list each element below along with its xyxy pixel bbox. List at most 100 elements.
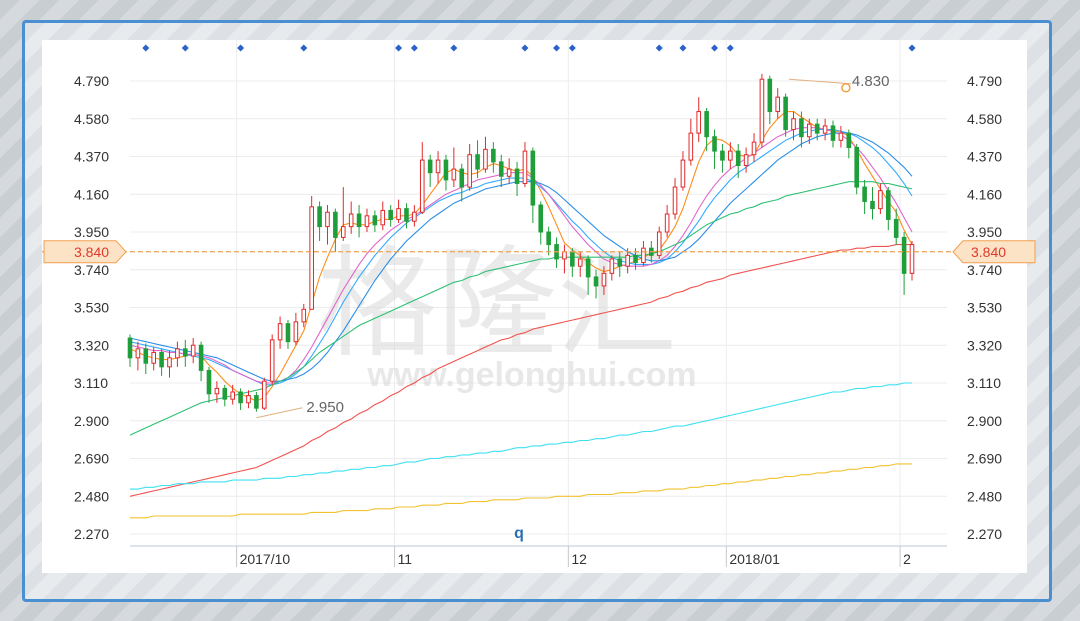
candle-body[interactable] bbox=[870, 200, 875, 210]
candle-body[interactable] bbox=[435, 159, 441, 174]
candle-body[interactable] bbox=[301, 308, 307, 323]
candle-body[interactable] bbox=[451, 168, 457, 181]
candle-body[interactable] bbox=[751, 141, 757, 156]
candle-body[interactable] bbox=[546, 231, 551, 246]
candle-body[interactable] bbox=[577, 258, 583, 267]
event-marker-diamond[interactable] bbox=[908, 44, 916, 52]
candle-body[interactable] bbox=[230, 391, 235, 400]
candle-body[interactable] bbox=[127, 337, 133, 359]
candle-body[interactable] bbox=[522, 150, 528, 184]
candle-body[interactable] bbox=[909, 244, 915, 274]
candle-body[interactable] bbox=[720, 150, 725, 161]
candle-body[interactable] bbox=[198, 344, 204, 371]
candle-body[interactable] bbox=[530, 150, 536, 206]
event-marker-diamond[interactable] bbox=[395, 44, 403, 52]
candle-body[interactable] bbox=[814, 123, 820, 134]
candle-body[interactable] bbox=[277, 323, 283, 341]
candle-body[interactable] bbox=[664, 213, 670, 233]
event-marker-diamond[interactable] bbox=[237, 44, 245, 52]
candle-body[interactable] bbox=[167, 357, 172, 368]
candle-body[interactable] bbox=[625, 254, 630, 267]
candle-body[interactable] bbox=[538, 204, 544, 233]
candle-body[interactable] bbox=[459, 168, 465, 188]
candle-body[interactable] bbox=[175, 348, 180, 359]
event-markers[interactable] bbox=[142, 44, 916, 52]
candle-body[interactable] bbox=[886, 190, 891, 220]
candle-body[interactable] bbox=[483, 148, 488, 170]
candle-body[interactable] bbox=[356, 213, 362, 228]
candle-body[interactable] bbox=[269, 339, 275, 382]
candle-body[interactable] bbox=[838, 132, 844, 141]
candle-body[interactable] bbox=[427, 159, 433, 174]
candle-body[interactable] bbox=[641, 247, 646, 264]
candle-body[interactable] bbox=[135, 348, 141, 359]
event-marker-diamond[interactable] bbox=[726, 44, 734, 52]
candle-body[interactable] bbox=[340, 226, 346, 238]
event-marker-diamond[interactable] bbox=[142, 44, 150, 52]
candle-body[interactable] bbox=[593, 276, 599, 287]
candle-body[interactable] bbox=[570, 251, 575, 267]
event-marker-diamond[interactable] bbox=[410, 44, 418, 52]
candle-body[interactable] bbox=[901, 236, 907, 274]
candle-body[interactable] bbox=[775, 96, 781, 113]
event-marker-diamond[interactable] bbox=[568, 44, 576, 52]
candlestick-chart[interactable]: 格隆汇 www.gelonghui.com 4.8302.950 4.7904.… bbox=[42, 40, 1027, 573]
candle-body[interactable] bbox=[712, 136, 717, 152]
candle-body[interactable] bbox=[293, 321, 299, 343]
candle-body[interactable] bbox=[325, 211, 330, 228]
candle-body[interactable] bbox=[443, 159, 449, 181]
candle-body[interactable] bbox=[396, 208, 401, 220]
candle-body[interactable] bbox=[617, 258, 623, 267]
candle-body[interactable] bbox=[846, 132, 852, 149]
candle-body[interactable] bbox=[893, 218, 899, 238]
candle-body[interactable] bbox=[562, 251, 567, 260]
candle-body[interactable] bbox=[830, 125, 836, 141]
candle-body[interactable] bbox=[633, 254, 638, 264]
candle-body[interactable] bbox=[404, 208, 409, 222]
candle-body[interactable] bbox=[159, 351, 164, 368]
candle-body[interactable] bbox=[364, 215, 370, 228]
candle-body[interactable] bbox=[799, 118, 804, 138]
candle-body[interactable] bbox=[182, 348, 188, 357]
candle-body[interactable] bbox=[491, 148, 496, 163]
candle-body[interactable] bbox=[317, 206, 322, 228]
candle-body[interactable] bbox=[767, 78, 773, 113]
candle-body[interactable] bbox=[878, 190, 883, 210]
candle-body[interactable] bbox=[791, 118, 796, 131]
candle-body[interactable] bbox=[498, 161, 504, 177]
candle-body[interactable] bbox=[419, 159, 425, 213]
candle-body[interactable] bbox=[783, 96, 788, 131]
candle-body[interactable] bbox=[380, 209, 386, 226]
candle-body[interactable] bbox=[728, 150, 733, 161]
candle-body[interactable] bbox=[309, 206, 314, 310]
event-marker-diamond[interactable] bbox=[655, 44, 663, 52]
candle-body[interactable] bbox=[680, 159, 686, 188]
candle-body[interactable] bbox=[372, 215, 378, 226]
candle-body[interactable] bbox=[735, 150, 741, 166]
candle-body[interactable] bbox=[696, 111, 702, 134]
candle-body[interactable] bbox=[601, 272, 607, 287]
candle-body[interactable] bbox=[222, 387, 228, 400]
candle-body[interactable] bbox=[151, 351, 156, 364]
candle-body[interactable] bbox=[285, 323, 291, 343]
event-marker-diamond[interactable] bbox=[181, 44, 189, 52]
event-marker-diamond[interactable] bbox=[553, 44, 561, 52]
candle-body[interactable] bbox=[467, 154, 472, 188]
candle-body[interactable] bbox=[822, 125, 828, 134]
candle-body[interactable] bbox=[348, 213, 354, 228]
candle-body[interactable] bbox=[688, 132, 694, 161]
candle-body[interactable] bbox=[514, 168, 520, 184]
candle-body[interactable] bbox=[672, 186, 678, 215]
event-marker-diamond[interactable] bbox=[521, 44, 529, 52]
candle-body[interactable] bbox=[412, 211, 417, 222]
candle-body[interactable] bbox=[854, 147, 860, 188]
candle-body[interactable] bbox=[214, 387, 220, 395]
candle-body[interactable] bbox=[261, 380, 267, 409]
candle-body[interactable] bbox=[238, 391, 243, 404]
candle-body[interactable] bbox=[609, 258, 615, 274]
candle-body[interactable] bbox=[246, 395, 251, 404]
candle-body[interactable] bbox=[759, 78, 765, 143]
event-marker-diamond[interactable] bbox=[300, 44, 308, 52]
candle-body[interactable] bbox=[143, 348, 149, 364]
candle-body[interactable] bbox=[475, 154, 480, 170]
